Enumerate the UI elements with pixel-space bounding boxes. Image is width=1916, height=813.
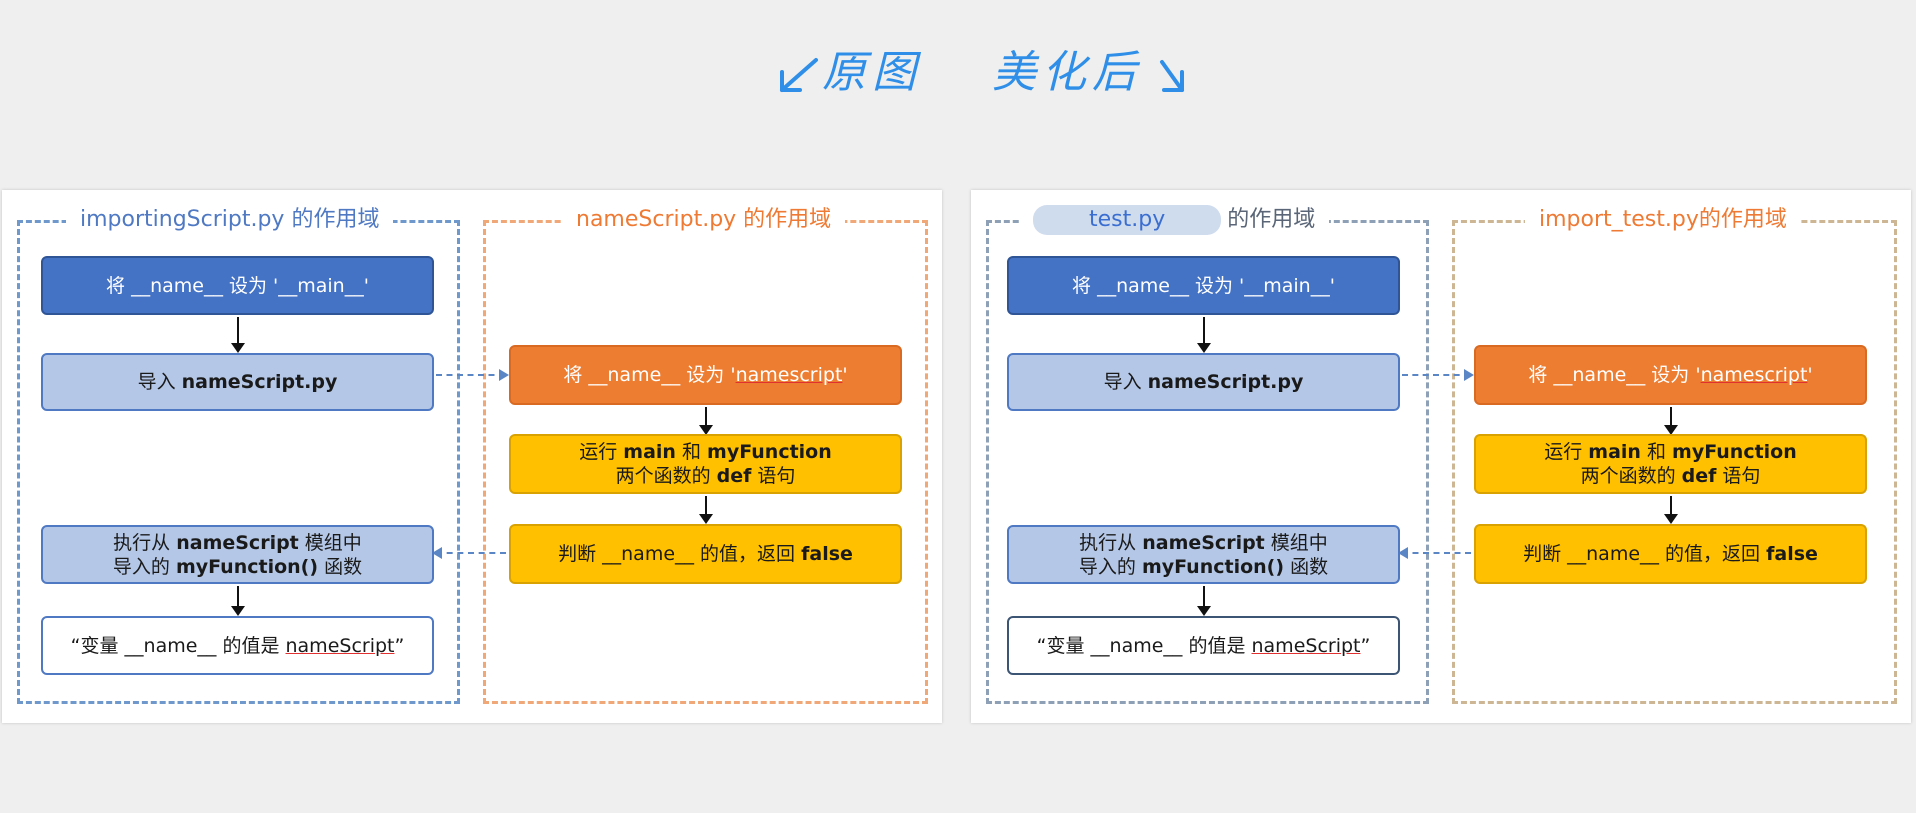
dashed-arrow-back-to-importing [432, 547, 506, 559]
beautified-label: 美化后 [992, 47, 1142, 98]
scope-title-importing: importingScript.py 的作用域 [66, 205, 394, 235]
comparison-header: 原图 美化后 [770, 24, 1210, 114]
dashed-arrow-back-to-test [1398, 547, 1471, 559]
set-main-text: 将 __name__ 设为 '__main__' [106, 274, 369, 297]
run-line-2: 两个函数的 def 语句 [1580, 465, 1761, 487]
exec-function-box: 执行从 nameScript 模组中 导入的 myFunction() 函数 [41, 525, 434, 584]
run-defs-box: 运行 main 和 myFunction 两个函数的 def 语句 [1474, 434, 1867, 494]
set-name-box: 将 __name__ 设为 'namescript' [509, 345, 902, 405]
arrow-down-left-icon [780, 58, 818, 92]
arrow-down [231, 317, 245, 353]
scope-title-highlight: test.py [1033, 205, 1222, 235]
run-line-1: 运行 main 和 myFunction [579, 441, 832, 463]
arrow-down [1197, 317, 1211, 353]
run-line-2: 两个函数的 def 语句 [615, 465, 796, 487]
set-main-text: 将 __name__ 设为 '__main__' [1072, 274, 1335, 297]
import-box: 导入 nameScript.py [41, 353, 434, 411]
original-label: 原图 [822, 47, 922, 98]
import-text: 导入 nameScript.py [1103, 371, 1304, 393]
dashed-arrow-to-import-test [1402, 369, 1474, 381]
arrow-down [1664, 496, 1678, 524]
import-box: 导入 nameScript.py [1007, 353, 1400, 411]
set-name-text: 将 __name__ 设为 'namescript' [563, 364, 848, 386]
output-text: “变量 __name__ 的值是 nameScript” [70, 634, 405, 657]
judge-name-box: 判断 __name__ 的值，返回 false [509, 524, 902, 584]
set-main-box: 将 __name__ 设为 '__main__' [41, 256, 434, 315]
set-name-text: 将 __name__ 设为 'namescript' [1528, 364, 1813, 386]
original-diagram-card: importingScript.py 的作用域 nameScript.py 的作… [2, 190, 942, 723]
judge-name-box: 判断 __name__ 的值，返回 false [1474, 524, 1867, 584]
arrow-down-right-icon [1160, 60, 1184, 92]
set-name-box: 将 __name__ 设为 'namescript' [1474, 345, 1867, 405]
run-line-1: 运行 main 和 myFunction [1544, 441, 1797, 463]
scope-title-import-test: import_test.py的作用域 [1525, 205, 1801, 235]
output-box: “变量 __name__ 的值是 nameScript” [1007, 616, 1400, 675]
dashed-arrow-to-namescript [436, 369, 509, 381]
import-text: 导入 nameScript.py [137, 371, 338, 393]
arrow-down [1664, 407, 1678, 435]
output-text: “变量 __name__ 的值是 nameScript” [1036, 634, 1371, 657]
exec-line-2: 导入的 myFunction() 函数 [1078, 555, 1329, 578]
scope-title-test: test.py 的作用域 [1019, 205, 1330, 235]
exec-line-1: 执行从 nameScript 模组中 [1079, 531, 1328, 554]
set-main-box: 将 __name__ 设为 '__main__' [1007, 256, 1400, 315]
run-defs-box: 运行 main 和 myFunction 两个函数的 def 语句 [509, 434, 902, 494]
arrow-down [231, 586, 245, 616]
exec-line-2: 导入的 myFunction() 函数 [112, 555, 363, 578]
judge-text: 判断 __name__ 的值，返回 false [1523, 543, 1818, 565]
exec-line-1: 执行从 nameScript 模组中 [113, 531, 362, 554]
beautified-diagram-card: test.py 的作用域 import_test.py的作用域 将 __name_… [971, 190, 1911, 723]
arrow-down [1197, 586, 1211, 616]
output-box: “变量 __name__ 的值是 nameScript” [41, 616, 434, 675]
arrow-down [699, 496, 713, 524]
judge-text: 判断 __name__ 的值，返回 false [558, 543, 853, 565]
arrow-down [699, 407, 713, 435]
exec-function-box: 执行从 nameScript 模组中 导入的 myFunction() 函数 [1007, 525, 1400, 584]
scope-title-namescript: nameScript.py 的作用域 [562, 205, 846, 235]
